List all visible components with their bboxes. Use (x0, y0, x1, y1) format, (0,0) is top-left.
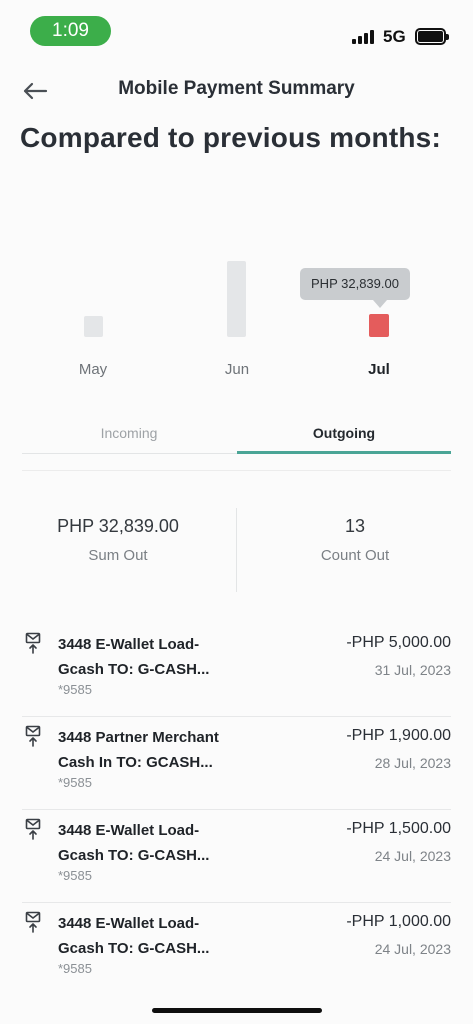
transaction-account: *9585 (58, 868, 92, 883)
transaction-row[interactable]: 3448 E-Wallet Load- Gcash TO: G-CASH... … (0, 810, 473, 903)
signal-icon (352, 30, 374, 44)
transaction-account: *9585 (58, 775, 92, 790)
transaction-title-line2: Gcash TO: G-CASH... (58, 847, 210, 864)
transaction-title-line1: 3448 E-Wallet Load- (58, 822, 200, 839)
transaction-date: 24 Jul, 2023 (374, 848, 451, 864)
outgoing-transfer-icon (25, 725, 41, 747)
transaction-title: 3448 E-Wallet Load- Gcash TO: G-CASH... (58, 632, 258, 682)
transaction-title-line1: 3448 Partner Merchant (58, 729, 219, 746)
transaction-account: *9585 (58, 682, 92, 697)
transaction-title-line2: Cash In TO: GCASH... (58, 754, 213, 771)
bar-jun[interactable] (227, 261, 246, 337)
direction-tabs: Incoming Outgoing (22, 412, 451, 454)
transaction-row[interactable]: 3448 E-Wallet Load- Gcash TO: G-CASH... … (0, 903, 473, 996)
month-label-jul[interactable]: Jul (339, 361, 419, 378)
divider (22, 470, 451, 471)
count-out-block: 13 Count Out (237, 516, 473, 564)
transaction-title-line1: 3448 E-Wallet Load- (58, 915, 200, 932)
transaction-amount: -PHP 5,000.00 (346, 634, 451, 651)
transaction-date: 31 Jul, 2023 (374, 662, 451, 678)
transaction-row[interactable]: 3448 E-Wallet Load- Gcash TO: G-CASH... … (0, 624, 473, 717)
transaction-title-line2: Gcash TO: G-CASH... (58, 940, 210, 957)
transaction-title: 3448 Partner Merchant Cash In TO: GCASH.… (58, 725, 258, 775)
transaction-amount: -PHP 1,500.00 (346, 820, 451, 837)
monthly-bar-chart: PHP 32,839.00 May Jun Jul (0, 170, 473, 390)
transaction-title-line1: 3448 E-Wallet Load- (58, 636, 200, 653)
transaction-title: 3448 E-Wallet Load- Gcash TO: G-CASH... (58, 911, 258, 961)
outgoing-transfer-icon (25, 632, 41, 654)
transaction-amount: -PHP 1,900.00 (346, 727, 451, 744)
bar-may[interactable] (84, 316, 103, 337)
tab-outgoing[interactable]: Outgoing (237, 412, 451, 454)
chart-tooltip: PHP 32,839.00 (300, 268, 410, 300)
comparison-headline: Compared to previous months: (20, 122, 441, 153)
outgoing-transfer-icon (25, 818, 41, 840)
status-time: 1:09 (30, 16, 111, 46)
transaction-date: 28 Jul, 2023 (374, 755, 451, 771)
tab-incoming[interactable]: Incoming (22, 412, 236, 454)
bar-jul[interactable] (369, 314, 389, 337)
home-indicator[interactable] (152, 1008, 322, 1013)
chart-tooltip-arrow (373, 300, 387, 308)
sum-out-block: PHP 32,839.00 Sum Out (0, 516, 236, 564)
sum-out-value: PHP 32,839.00 (57, 516, 179, 536)
summary-panel: PHP 32,839.00 Sum Out 13 Count Out (0, 508, 473, 592)
month-label-may[interactable]: May (53, 361, 133, 378)
transaction-title-line2: Gcash TO: G-CASH... (58, 661, 210, 678)
transaction-date: 24 Jul, 2023 (374, 941, 451, 957)
transaction-amount: -PHP 1,000.00 (346, 913, 451, 930)
network-label: 5G (383, 27, 406, 46)
month-label-jun[interactable]: Jun (197, 361, 277, 378)
transaction-title: 3448 E-Wallet Load- Gcash TO: G-CASH... (58, 818, 258, 868)
outgoing-transfer-icon (25, 911, 41, 933)
count-out-value: 13 (344, 516, 366, 536)
page-title: Mobile Payment Summary (118, 78, 355, 99)
battery-icon (415, 28, 449, 45)
count-out-label: Count Out (320, 547, 390, 564)
transaction-row[interactable]: 3448 Partner Merchant Cash In TO: GCASH.… (0, 717, 473, 810)
transaction-account: *9585 (58, 961, 92, 976)
status-bar: 1:09 5G (0, 0, 473, 60)
sum-out-label: Sum Out (88, 547, 148, 564)
